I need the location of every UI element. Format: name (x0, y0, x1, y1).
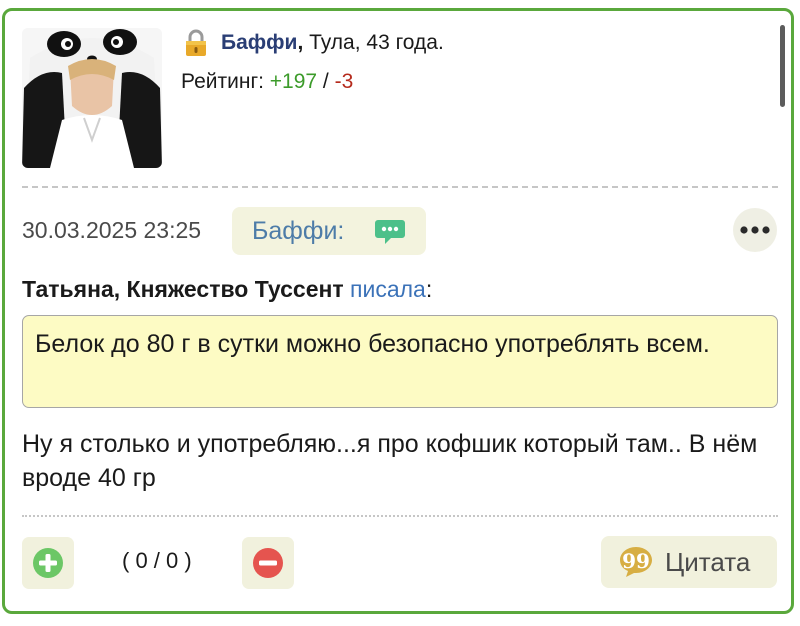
scrollbar[interactable] (780, 25, 785, 107)
rating-positive: +197 (269, 70, 318, 93)
plus-icon (33, 548, 63, 578)
quote-button-label: Цитата (665, 546, 751, 577)
more-dots-icon (740, 226, 770, 234)
author-chip-label: Баффи: (252, 216, 345, 245)
quote-author: Татьяна, Княжество Туссент (22, 276, 344, 302)
svg-text:99: 99 (622, 549, 650, 573)
post-date: 30.03.2025 23:25 (22, 217, 202, 243)
quote-box: Белок до 80 г в сутки можно безопасно уп… (22, 315, 778, 408)
chat-bubble-icon (375, 220, 405, 244)
vote-minus-button[interactable] (242, 537, 294, 589)
rating-separator: / (317, 70, 335, 93)
rating-negative: -3 (334, 70, 354, 93)
quote-icon: 99 (620, 547, 652, 577)
quote-text: Белок до 80 г в сутки можно безопасно уп… (35, 330, 710, 358)
quote-colon: : (425, 276, 433, 302)
user-location-age: Тула, 43 года. (303, 31, 444, 54)
divider (22, 186, 778, 188)
vote-count: ( 0 / 0 ) (122, 548, 192, 573)
quote-wrote-link[interactable]: писала (350, 276, 426, 302)
rating-label: Рейтинг: (181, 70, 270, 93)
user-rating: Рейтинг: +197 / -3 (181, 70, 353, 94)
quote-button[interactable]: 99 Цитата (601, 536, 777, 588)
reply-author-button[interactable]: Баффи: (232, 207, 426, 255)
lock-icon (186, 29, 206, 56)
avatar[interactable] (22, 28, 162, 168)
user-name-link[interactable]: Баффи (221, 31, 297, 54)
user-info: Баффи, Тула, 43 года. (221, 31, 444, 55)
more-options-button[interactable] (733, 208, 777, 252)
post-message: Ну я столько и употребляю...я про кофшик… (22, 430, 758, 492)
quote-header: Татьяна, Княжество Туссент писала: (22, 276, 432, 303)
vote-plus-button[interactable] (22, 537, 74, 589)
divider (22, 515, 778, 517)
minus-icon (253, 548, 283, 578)
avatar-image (22, 28, 162, 168)
